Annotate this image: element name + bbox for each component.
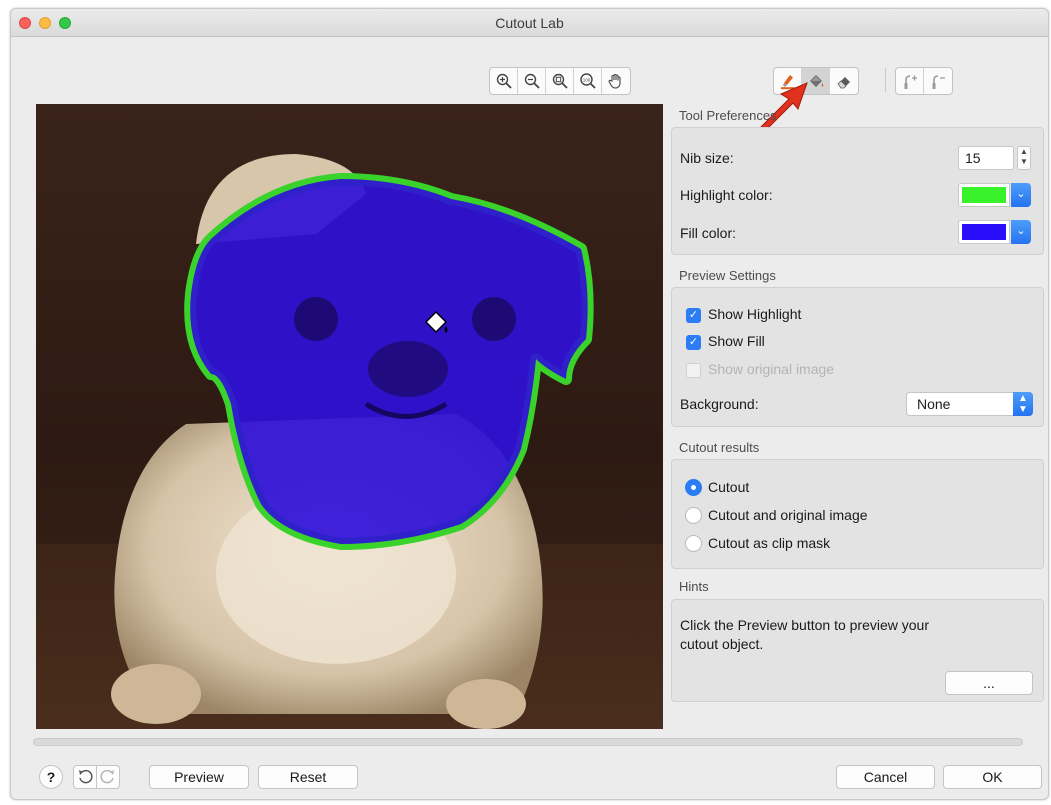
highlight-color-swatch — [962, 187, 1006, 203]
svg-text:100: 100 — [582, 77, 590, 82]
highlight-color-dropdown[interactable]: ⌄ — [1011, 183, 1031, 207]
cutout-as-clip-mask-label: Cutout as clip mask — [708, 535, 831, 551]
help-button[interactable]: ? — [39, 765, 63, 789]
zoom-out-icon — [524, 73, 540, 89]
redo-button[interactable] — [96, 765, 120, 789]
preview-settings-heading: Preview Settings — [679, 268, 776, 283]
zoom-actual-size-icon: 100 — [579, 73, 596, 89]
preview-settings-panel: ✓ Show Highlight ✓ Show Fill Show origin… — [671, 287, 1044, 427]
tool-preferences-panel: Nib size: 15 ▲ ▼ Highlight color: ⌄ Fill … — [671, 127, 1044, 255]
image-canvas[interactable] — [36, 104, 663, 729]
show-fill-label: Show Fill — [708, 333, 765, 349]
cutout-lab-window: Cutout Lab 100 Tool Preferences Nib size… — [10, 8, 1049, 800]
zoom-fit-button[interactable] — [546, 68, 574, 94]
cutout-results-heading: Cutout results — [679, 440, 760, 455]
show-highlight-checkbox[interactable]: ✓ — [686, 308, 701, 323]
cutout-as-clip-mask-radio[interactable] — [685, 535, 702, 552]
pug-photo — [36, 154, 663, 729]
cancel-button[interactable]: Cancel — [836, 765, 935, 789]
hand-pan-icon — [608, 73, 621, 89]
cutout-results-panel: Cutout Cutout and original image Cutout … — [671, 459, 1044, 569]
tool-preferences-heading: Tool Preferences — [679, 108, 777, 123]
ok-button[interactable]: OK — [943, 765, 1042, 789]
background-select-arrow[interactable]: ▲ ▼ — [1013, 392, 1033, 416]
undo-button[interactable] — [73, 765, 97, 789]
fill-color-label: Fill color: — [680, 225, 737, 241]
help-icon: ? — [46, 769, 56, 785]
zoom-toolbar: 100 — [489, 67, 631, 95]
undo-icon — [79, 769, 93, 784]
window-title: Cutout Lab — [495, 15, 564, 31]
eraser-tool-button[interactable] — [830, 68, 858, 94]
nib-size-stepper[interactable]: ▲ ▼ — [1017, 146, 1031, 170]
subtract-from-selection-icon — [932, 75, 945, 89]
progress-bar — [33, 738, 1023, 746]
zoom-out-button[interactable] — [518, 68, 546, 94]
nib-size-label: Nib size: — [680, 150, 734, 166]
selection-mode-toolbar — [895, 67, 953, 95]
background-value: None — [917, 396, 951, 412]
hints-more-button[interactable]: ... — [945, 671, 1033, 695]
nib-size-field[interactable]: 15 — [958, 146, 1014, 170]
redo-icon — [100, 769, 114, 784]
cutout-and-original-label: Cutout and original image — [708, 507, 868, 523]
zoom-fit-icon — [552, 73, 568, 89]
title-bar: Cutout Lab — [11, 9, 1048, 37]
reset-button[interactable]: Reset — [258, 765, 358, 789]
show-fill-checkbox[interactable]: ✓ — [686, 335, 701, 350]
zoom-actual-size-button[interactable]: 100 — [574, 68, 602, 94]
hints-panel: Click the Preview button to preview your… — [671, 599, 1044, 702]
fill-color-well[interactable] — [958, 220, 1010, 244]
show-highlight-label: Show Highlight — [708, 306, 802, 322]
zoom-in-button[interactable] — [490, 68, 518, 94]
highlight-color-label: Highlight color: — [680, 187, 773, 203]
cutout-option-label: Cutout — [708, 479, 750, 495]
cutout-and-original-radio[interactable] — [685, 507, 702, 524]
add-to-selection-button[interactable] — [896, 68, 924, 94]
toolbar-divider — [885, 68, 886, 92]
fill-color-swatch — [962, 224, 1006, 240]
show-original-checkbox — [686, 363, 701, 378]
add-to-selection-icon — [904, 75, 917, 89]
fill-color-dropdown[interactable]: ⌄ — [1011, 220, 1031, 244]
show-original-label: Show original image — [708, 361, 835, 377]
background-label: Background: — [680, 396, 759, 412]
hint-text-line1: Click the Preview button to preview your — [680, 617, 929, 633]
hint-text-line2: cutout object. — [680, 636, 764, 652]
cutout-radio[interactable] — [685, 479, 702, 496]
preview-button[interactable]: Preview — [149, 765, 249, 789]
zoom-in-icon — [496, 73, 512, 89]
hints-heading: Hints — [679, 579, 709, 594]
eraser-icon — [837, 77, 850, 89]
highlight-color-well[interactable] — [958, 183, 1010, 207]
hand-pan-button[interactable] — [602, 68, 630, 94]
subtract-from-selection-button[interactable] — [924, 68, 952, 94]
